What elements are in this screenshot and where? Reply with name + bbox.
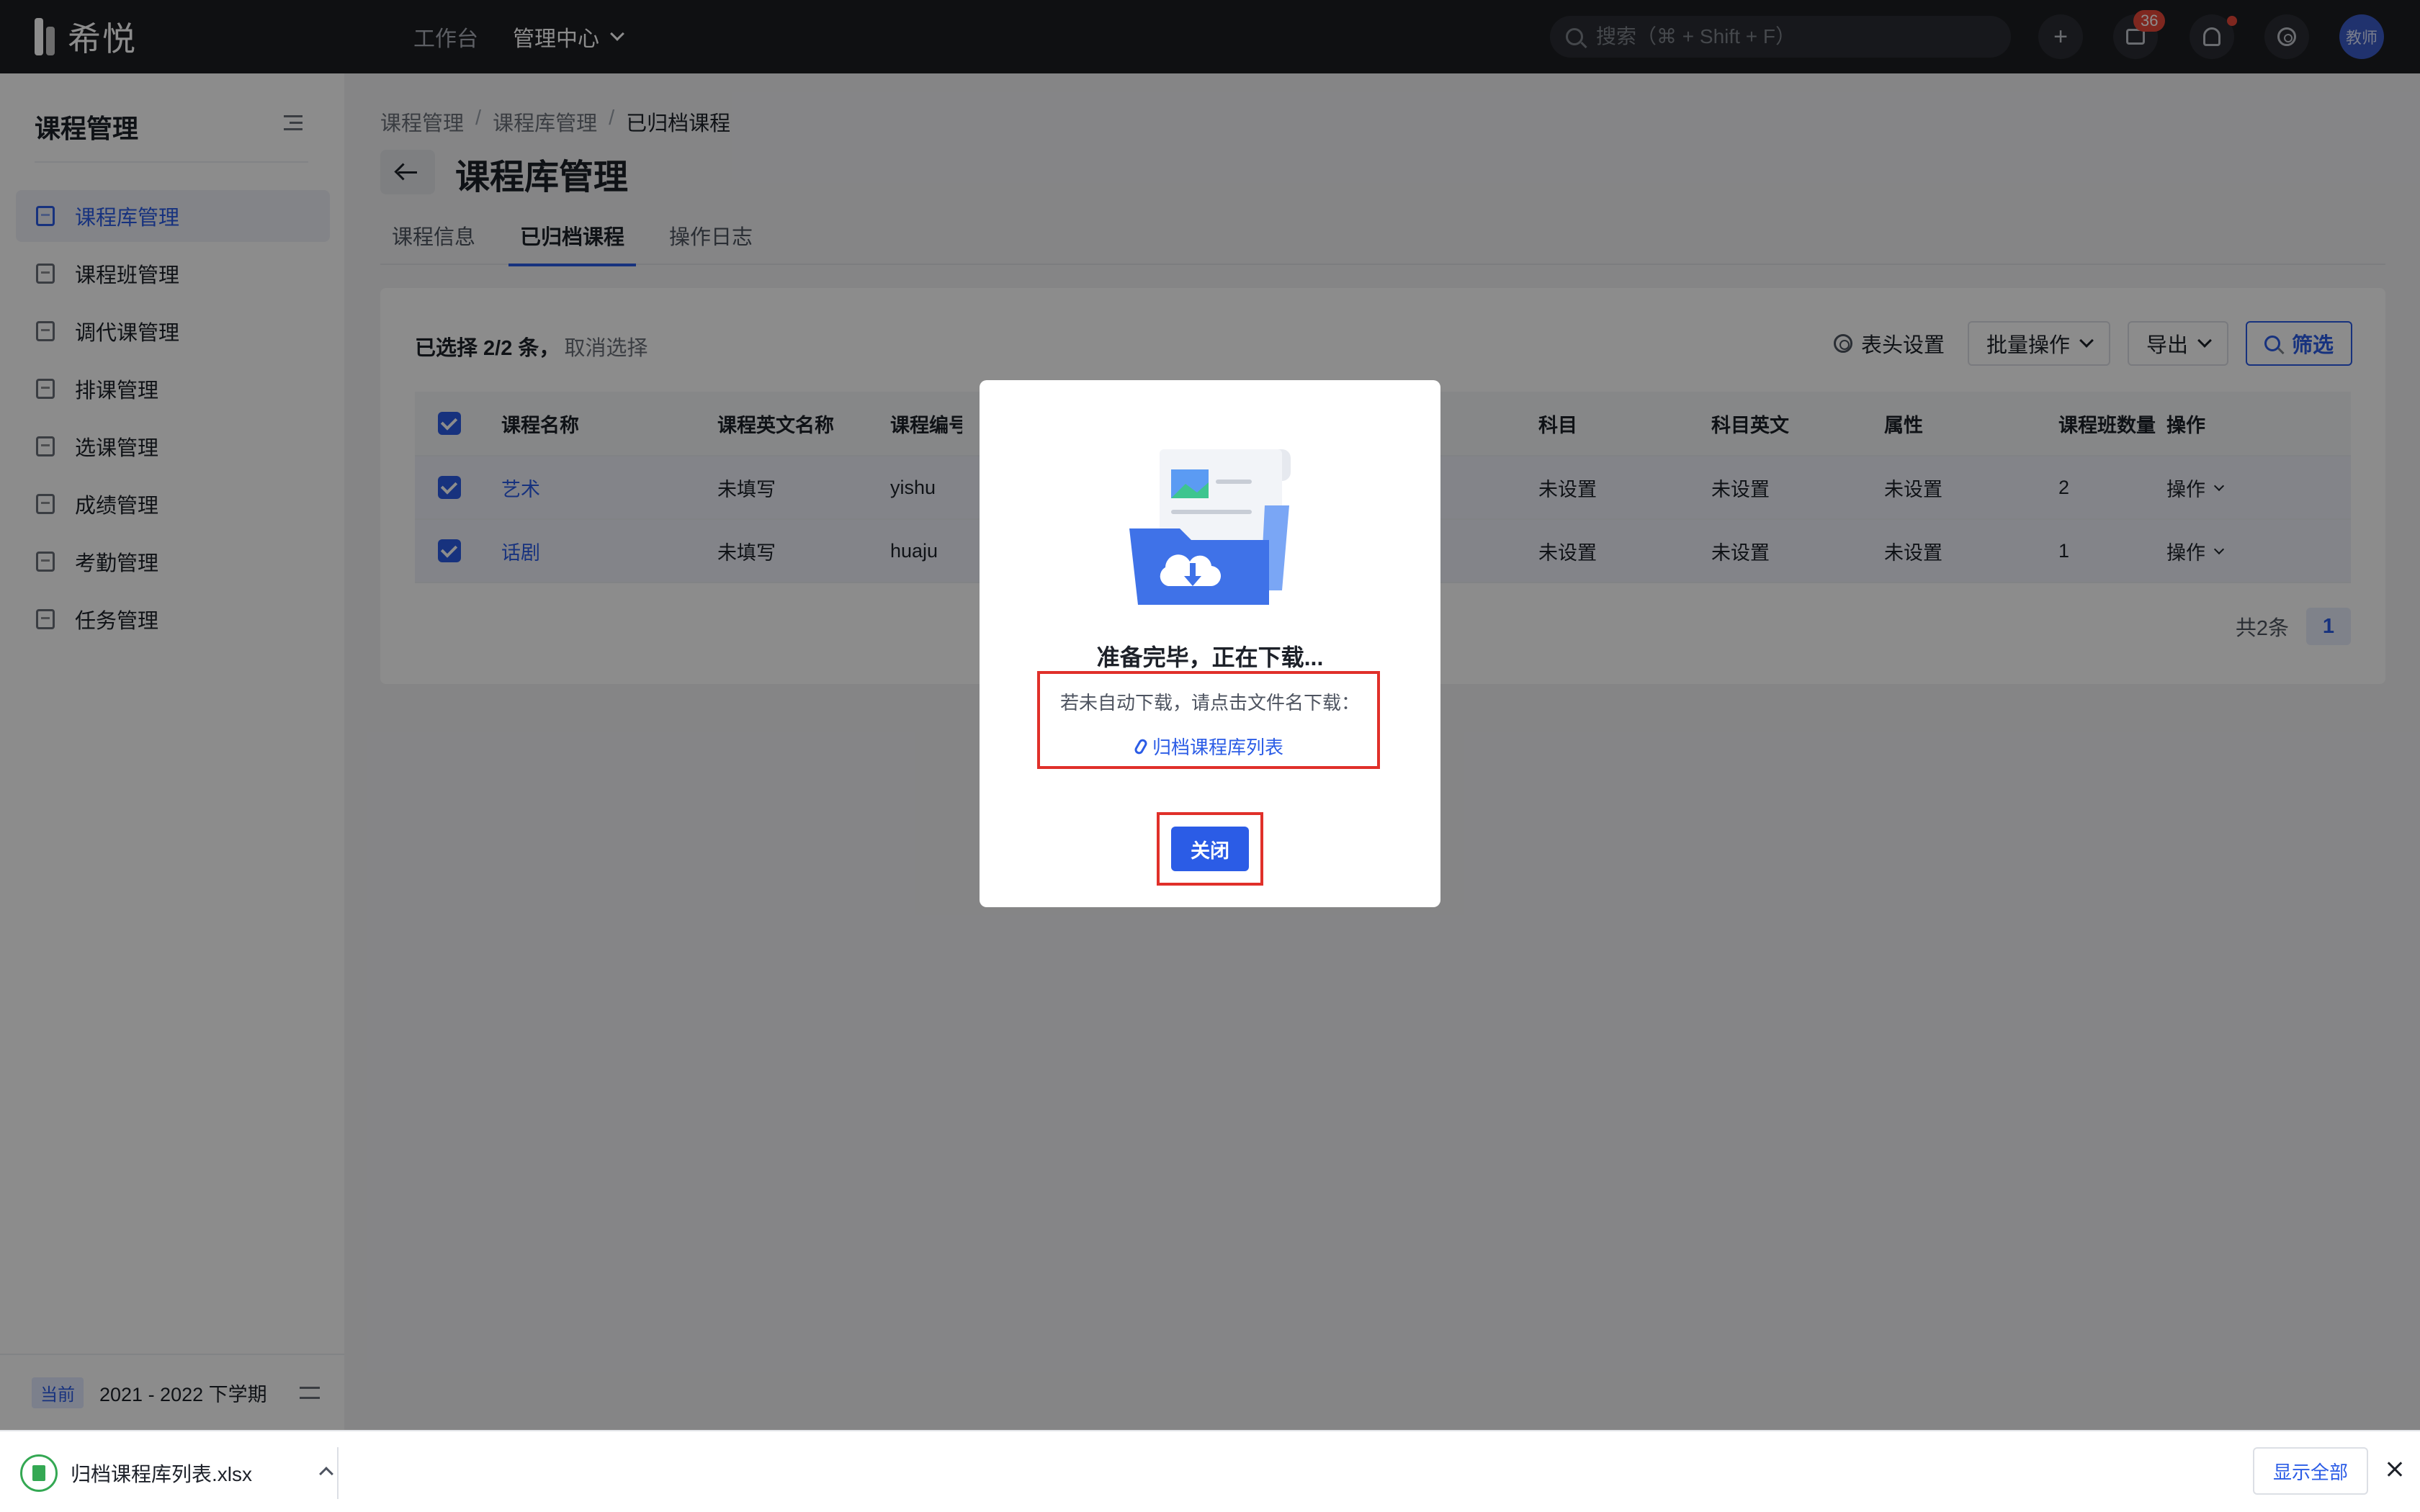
chevron-up-icon[interactable]: [319, 1467, 333, 1481]
download-file-link-label: 归档课程库列表: [1152, 737, 1283, 758]
close-icon[interactable]: [2384, 1459, 2406, 1480]
show-all-downloads-button[interactable]: 显示全部: [2253, 1447, 2368, 1495]
downloaded-file-name: 归档课程库列表.xlsx: [71, 1463, 253, 1485]
download-file-link[interactable]: 归档课程库列表: [980, 733, 1440, 760]
close-button[interactable]: 关闭: [1171, 827, 1249, 871]
paperclip-icon: [1133, 737, 1149, 756]
download-bar: 归档课程库列表.xlsx 显示全部: [0, 1430, 2420, 1512]
downloaded-file-item[interactable]: 归档课程库列表.xlsx: [20, 1447, 339, 1499]
modal-title: 准备完毕，正在下载...: [1096, 644, 1324, 670]
folder-download-icon: [1129, 449, 1291, 605]
download-hint: 若未自动下载，请点击文件名下载：: [1059, 692, 1360, 714]
excel-file-icon: [20, 1454, 58, 1492]
download-modal: 准备完毕，正在下载... 若未自动下载，请点击文件名下载： 归档课程库列表 关闭: [980, 380, 1440, 907]
